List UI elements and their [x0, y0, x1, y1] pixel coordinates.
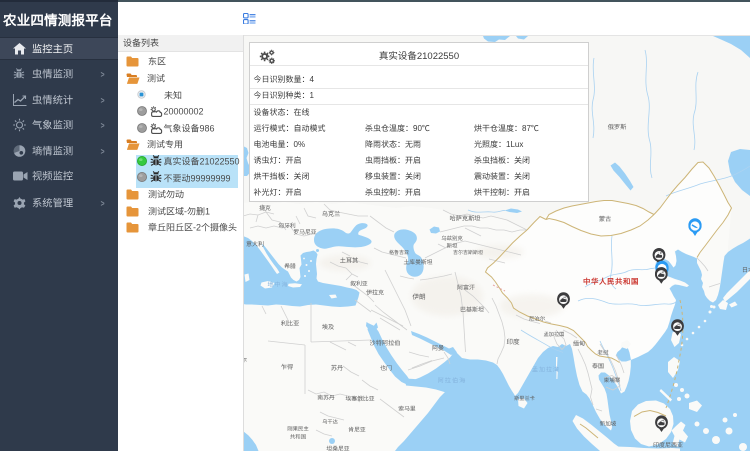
svg-text:乌克兰: 乌克兰 [322, 210, 341, 218]
svg-text:乍得: 乍得 [281, 363, 293, 371]
svg-text:尼泊尔: 尼泊尔 [529, 316, 546, 323]
svg-text:中华人民共和国: 中华人民共和国 [583, 277, 639, 286]
svg-text:共和国: 共和国 [290, 434, 306, 441]
svg-text:俄罗斯: 俄罗斯 [608, 123, 627, 131]
svg-text:罗马尼亚: 罗马尼亚 [293, 229, 316, 236]
svg-text:泰国: 泰国 [592, 362, 604, 370]
svg-text:地中海: 地中海 [267, 281, 288, 289]
svg-text:利比亚: 利比亚 [281, 320, 300, 328]
svg-text:阿拉伯海: 阿拉伯海 [438, 377, 467, 385]
svg-text:哈萨克斯坦: 哈萨克斯坦 [450, 215, 481, 223]
svg-text:埃及: 埃及 [322, 323, 334, 331]
svg-text:刚果民主: 刚果民主 [287, 426, 309, 433]
svg-text:孟加拉国: 孟加拉国 [544, 331, 565, 338]
svg-text:缅甸: 缅甸 [573, 340, 585, 348]
svg-text:意大利: 意大利 [246, 240, 264, 248]
svg-text:匈牙利: 匈牙利 [278, 223, 296, 230]
svg-text:斯坦: 斯坦 [447, 243, 458, 250]
svg-text:叙利亚: 叙利亚 [350, 281, 368, 288]
svg-text:吉尔吉斯斯坦: 吉尔吉斯斯坦 [453, 249, 483, 256]
svg-text:斯里兰卡: 斯里兰卡 [514, 395, 535, 402]
svg-text:南苏丹: 南苏丹 [317, 395, 335, 402]
svg-text:乌兹别克: 乌兹别克 [441, 235, 463, 242]
svg-text:老挝: 老挝 [597, 350, 609, 357]
svg-text:阿富汗: 阿富汗 [457, 284, 475, 292]
svg-text:捷克: 捷克 [259, 205, 271, 212]
svg-text:乌干达: 乌干达 [322, 419, 338, 426]
svg-text:土库曼斯坦: 土库曼斯坦 [404, 259, 433, 266]
svg-text:印度: 印度 [506, 338, 520, 346]
svg-text:伊朗: 伊朗 [412, 293, 426, 301]
svg-text:伊拉克: 伊拉克 [366, 289, 384, 297]
svg-text:孟加拉湾: 孟加拉湾 [532, 366, 560, 374]
svg-text:蒙古: 蒙古 [599, 215, 611, 223]
svg-text:希腊: 希腊 [284, 263, 296, 270]
svg-text:新加坡: 新加坡 [600, 421, 617, 428]
svg-text:也门: 也门 [380, 364, 392, 372]
svg-text:埃塞俄比亚: 埃塞俄比亚 [346, 396, 375, 403]
svg-text:阿曼: 阿曼 [432, 345, 444, 352]
svg-text:巴基斯坦: 巴基斯坦 [460, 306, 484, 314]
svg-text:土耳其: 土耳其 [340, 257, 359, 265]
svg-text:印度尼西亚: 印度尼西亚 [653, 441, 683, 449]
svg-text:肯尼亚: 肯尼亚 [348, 427, 366, 434]
svg-text:坦桑尼亚: 坦桑尼亚 [326, 446, 349, 451]
svg-text:沙特阿拉伯: 沙特阿拉伯 [370, 339, 401, 347]
svg-text:柬埔寨: 柬埔寨 [604, 377, 621, 384]
svg-text:日本: 日本 [742, 266, 750, 274]
svg-text:格鲁吉亚: 格鲁吉亚 [389, 249, 409, 256]
svg-text:苏丹: 苏丹 [331, 364, 343, 372]
svg-text:索马里: 索马里 [398, 406, 416, 413]
